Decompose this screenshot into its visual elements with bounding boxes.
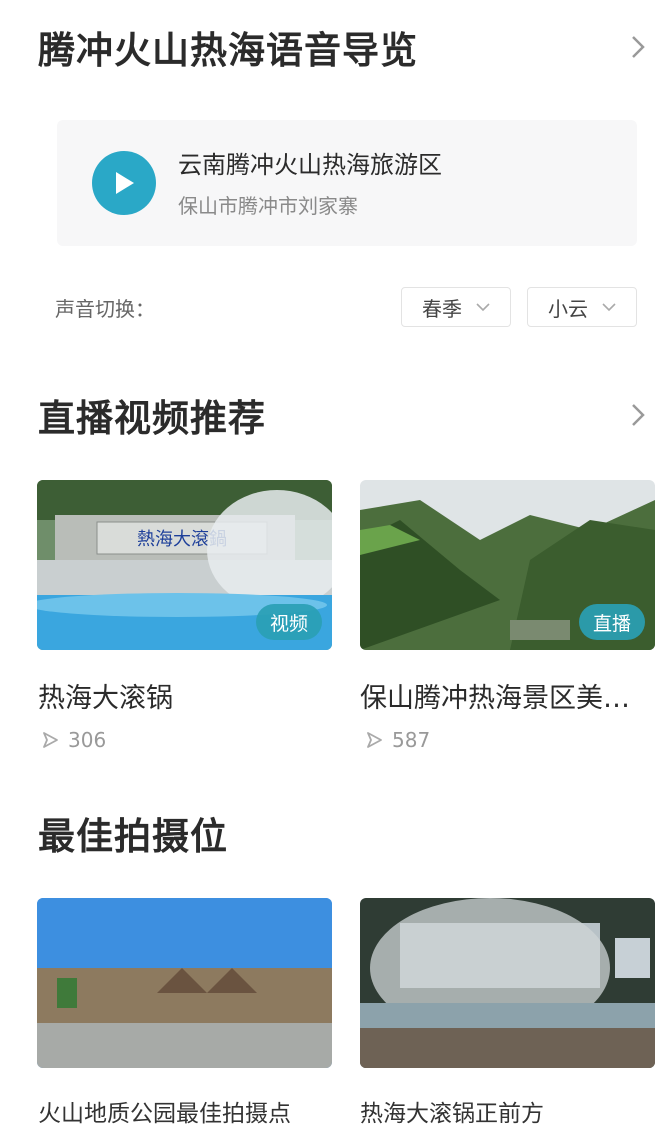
play-count-value: 306 xyxy=(68,728,107,752)
speaker-select[interactable]: 小云 xyxy=(527,287,637,327)
video-title[interactable]: 热海大滚锅 xyxy=(38,676,334,715)
live-title: 直播视频推荐 xyxy=(38,397,266,440)
chevron-down-icon xyxy=(476,302,490,311)
live-header[interactable]: 直播视频推荐 xyxy=(38,390,653,440)
video-badge: 视频 xyxy=(255,604,322,640)
guide-header[interactable]: 腾冲火山热海语音导览 xyxy=(38,22,653,72)
spots-title: 最佳拍摄位 xyxy=(38,815,228,858)
live-badge: 直播 xyxy=(578,604,645,640)
video-thumbnail[interactable]: 熱海大滾鍋 视频 xyxy=(37,480,332,650)
audio-guide-card[interactable]: 云南腾冲火山热海旅游区 保山市腾冲市刘家寨 xyxy=(57,120,637,246)
season-value: 春季 xyxy=(422,296,462,321)
chevron-right-icon[interactable] xyxy=(623,400,653,430)
play-count: 306 xyxy=(40,728,106,752)
play-outline-icon xyxy=(43,732,58,748)
spot-thumbnail[interactable] xyxy=(37,898,332,1068)
guide-title: 腾冲火山热海语音导览 xyxy=(38,29,418,72)
voice-switch-row: 声音切换： 春季 小云 xyxy=(55,286,637,328)
audio-location: 保山市腾冲市刘家寨 xyxy=(178,193,358,218)
spot-thumbnail[interactable] xyxy=(360,898,655,1068)
voice-switch-label: 声音切换： xyxy=(55,296,155,321)
chevron-right-icon[interactable] xyxy=(623,32,653,62)
park-gate-image xyxy=(37,898,332,1068)
play-count-value: 587 xyxy=(392,728,431,752)
audio-title: 云南腾冲火山热海旅游区 xyxy=(178,150,442,179)
video-title[interactable]: 保山腾冲热海景区美… xyxy=(360,676,656,715)
play-outline-icon xyxy=(367,732,382,748)
play-button[interactable] xyxy=(92,151,156,215)
play-icon xyxy=(116,172,134,194)
speaker-value: 小云 xyxy=(548,296,588,321)
spot-title[interactable]: 热海大滚锅正前方 xyxy=(360,1094,544,1127)
spot-title[interactable]: 火山地质公园最佳拍摄点 xyxy=(38,1094,291,1127)
season-select[interactable]: 春季 xyxy=(401,287,511,327)
live-thumbnail[interactable]: 直播 xyxy=(360,480,655,650)
spots-header: 最佳拍摄位 xyxy=(38,808,653,858)
play-count: 587 xyxy=(364,728,430,752)
steaming-pool-image xyxy=(360,898,655,1068)
chevron-down-icon xyxy=(602,302,616,311)
